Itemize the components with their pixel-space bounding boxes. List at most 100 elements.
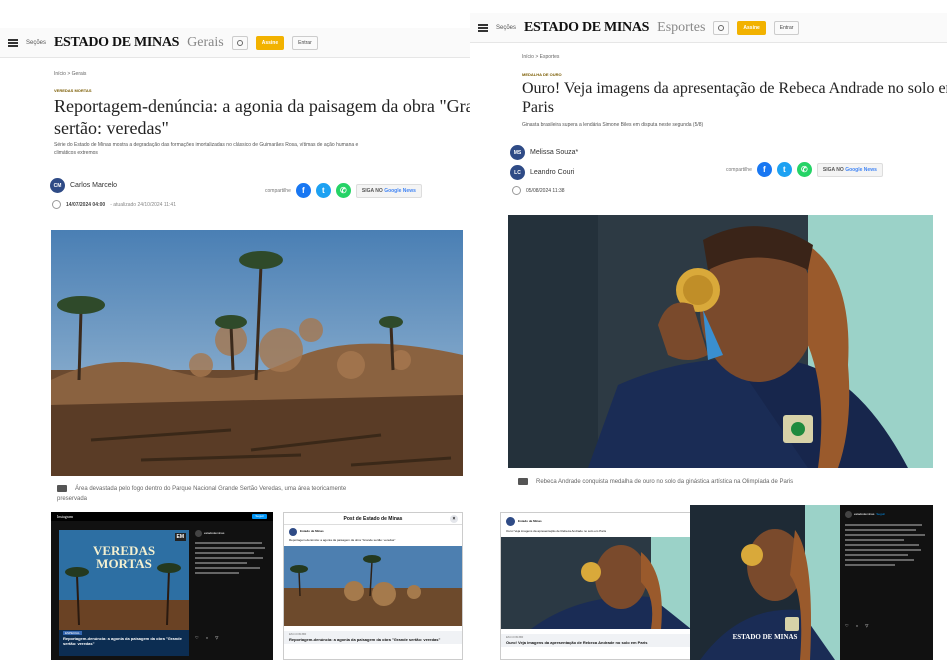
updated-text: - atualizado 24/10/2024 11:41 [110, 201, 176, 208]
author-avatar[interactable]: MS [510, 145, 525, 160]
author-avatar[interactable]: CM [50, 178, 65, 193]
date-text: 05/08/2024 11:38 [526, 187, 565, 194]
right-article-screenshot: Seções ESTADO DE MINAS Esportes Assine E… [470, 0, 947, 660]
facebook-post-author: Estado de Minas [501, 513, 705, 530]
date-text: 14/07/2024 04:00 [66, 201, 106, 208]
instagram-post-card[interactable]: Instagram Seguir VEREDAS MORTAS EM ESPEC… [51, 512, 273, 660]
article-kicker: VEREDAS MORTAS [54, 88, 92, 93]
article-headline: Reportagem-denúncia: a agonia da paisage… [54, 96, 470, 139]
author-name[interactable]: Carlos Marcelo [70, 182, 117, 189]
instagram-sidebar: estadodeminas ♡ ○ ▽ [195, 530, 269, 640]
facebook-link-image[interactable] [284, 545, 462, 626]
facebook-post-card[interactable]: Post de Estado de Minas × Estado de Mina… [283, 512, 463, 660]
instagram-follow-button[interactable]: Seguir [876, 512, 885, 517]
article-kicker: MEDALHA DE OURO [522, 72, 562, 77]
breadcrumb[interactable]: Início > Esportes [522, 54, 559, 60]
login-button[interactable]: Entrar [773, 20, 800, 35]
facebook-share-icon[interactable]: f [756, 162, 772, 177]
facebook-link-preview[interactable]: EM.COM.BR Ouro! Veja imagens da apresent… [501, 633, 705, 647]
instagram-sidebar: estadodeminas Seguir ♡ ○ ▽ [845, 511, 929, 628]
article-photo[interactable] [508, 215, 933, 468]
author-row-2: LC Leandro Couri [510, 165, 574, 180]
headline-line-1: Ouro! Veja imagens da apresentação de Re… [522, 80, 947, 97]
instagram-actions-icons[interactable]: ♡ ○ ▽ [195, 635, 221, 640]
facebook-post-card[interactable]: Estado de Minas Ouro! Veja imagens da ap… [500, 512, 706, 660]
instagram-watermark: ESTADO DE MINAS [732, 633, 798, 641]
link-title: Reportagem-denúncia: a agonia da paisage… [289, 636, 441, 642]
breadcrumb[interactable]: Início > Gerais [54, 71, 86, 77]
site-header: Seções ESTADO DE MINAS Gerais Assine Ent… [0, 28, 470, 58]
left-article-screenshot: Seções ESTADO DE MINAS Gerais Assine Ent… [0, 0, 470, 660]
clock-icon [52, 200, 61, 209]
subscribe-button[interactable]: Assine [737, 20, 766, 35]
article-subtitle: Série do Estado de Minas mostra a degrad… [54, 142, 358, 157]
em-badge: EM [174, 533, 186, 541]
subscribe-button[interactable]: Assine [255, 35, 285, 50]
link-title: Ouro! Veja imagens da apresentação de Re… [506, 639, 648, 645]
facebook-post-text: Ouro! Veja imagens da apresentação de Re… [506, 529, 607, 533]
article-photo[interactable] [51, 230, 463, 476]
menu-icon[interactable] [8, 38, 18, 47]
instagram-follow-button[interactable]: Seguir [252, 513, 267, 520]
headline-line-2: Paris [522, 99, 554, 117]
camera-icon [518, 478, 528, 485]
author-row: CM Carlos Marcelo [50, 178, 117, 193]
sections-menu-label[interactable]: Seções [26, 40, 46, 46]
gymnast-medal-image [508, 215, 933, 468]
facebook-share-icon[interactable]: f [295, 183, 311, 198]
author-name[interactable]: Leandro Couri [530, 169, 574, 176]
facebook-post-text: Reportagem-denúncia: a agonia da paisage… [289, 538, 396, 542]
caption-text: Rebeca Andrade conquista medalha de ouro… [536, 479, 794, 486]
headline-line-1: Reportagem-denúncia: a agonia da paisage… [54, 96, 470, 116]
menu-icon[interactable] [478, 23, 488, 32]
share-bar: compartilhe f t ✆ SIGA NO Google News [726, 162, 883, 177]
camera-icon [57, 485, 67, 492]
instagram-avatar[interactable] [195, 530, 202, 537]
sections-menu-label[interactable]: Seções [496, 25, 516, 31]
author-avatar[interactable]: LC [510, 165, 525, 180]
instagram-actions-icons[interactable]: ♡ ○ ▽ [845, 623, 871, 628]
burnt-landscape-image [51, 230, 463, 476]
facebook-post-author: Estado de Minas [284, 525, 462, 539]
cover-headline: Reportagem-denúncia: a agonia da paisage… [63, 636, 182, 646]
facebook-link-image[interactable] [501, 536, 705, 629]
instagram-header: Instagram Seguir [51, 512, 273, 521]
google-news-button[interactable]: SIGA NO Google News [816, 162, 883, 177]
caption-line-1: Área devastada pelo fogo dentro do Parqu… [75, 486, 347, 493]
instagram-account[interactable]: estadodeminas [204, 531, 224, 536]
page-avatar[interactable] [506, 517, 515, 526]
page-name[interactable]: Estado de Minas [300, 529, 324, 534]
share-label: compartilhe [265, 187, 291, 194]
cover-title: VEREDAS MORTAS [59, 544, 189, 570]
site-logo[interactable]: ESTADO DE MINAS [524, 20, 649, 36]
site-logo[interactable]: ESTADO DE MINAS [54, 35, 179, 51]
facebook-modal-header: Post de Estado de Minas × [284, 513, 462, 525]
instagram-post-card[interactable]: ESTADO DE MINAS estadodeminas Seguir ♡ ○… [690, 505, 933, 660]
instagram-logo[interactable]: Instagram [57, 514, 73, 519]
twitter-share-icon[interactable]: t [315, 183, 331, 198]
whatsapp-share-icon[interactable]: ✆ [335, 183, 351, 198]
caption-line-2: preservada [57, 495, 88, 502]
close-icon[interactable]: × [450, 515, 458, 523]
whatsapp-share-icon[interactable]: ✆ [796, 162, 812, 177]
page-avatar[interactable] [289, 528, 297, 536]
search-icon[interactable] [713, 20, 730, 35]
headline-line-2: sertão: veredas" [54, 117, 169, 138]
google-news-button[interactable]: SIGA NO Google News [355, 183, 422, 198]
instagram-account[interactable]: estadodeminas [854, 512, 874, 517]
instagram-avatar[interactable] [845, 511, 852, 518]
facebook-link-preview[interactable]: EM.COM.BR Reportagem-denúncia: a agonia … [284, 630, 462, 644]
author-row-1: MS Melissa Souza* [510, 145, 578, 160]
section-name[interactable]: Esportes [657, 20, 705, 36]
clock-icon [512, 186, 521, 195]
cover-tag: ESPECIAL [63, 631, 82, 635]
page-name[interactable]: Estado de Minas [518, 519, 542, 524]
section-name[interactable]: Gerais [187, 35, 224, 51]
login-button[interactable]: Entrar [292, 35, 318, 50]
share-bar: compartilhe f t ✆ SIGA NO Google News [265, 183, 422, 198]
subtitle-line-1: Série do Estado de Minas mostra a degrad… [54, 142, 359, 148]
instagram-cover-image: VEREDAS MORTAS EM ESPECIAL Reportagem-de… [59, 530, 189, 656]
search-icon[interactable] [231, 35, 248, 50]
twitter-share-icon[interactable]: t [776, 162, 792, 177]
author-name[interactable]: Melissa Souza* [530, 149, 578, 156]
